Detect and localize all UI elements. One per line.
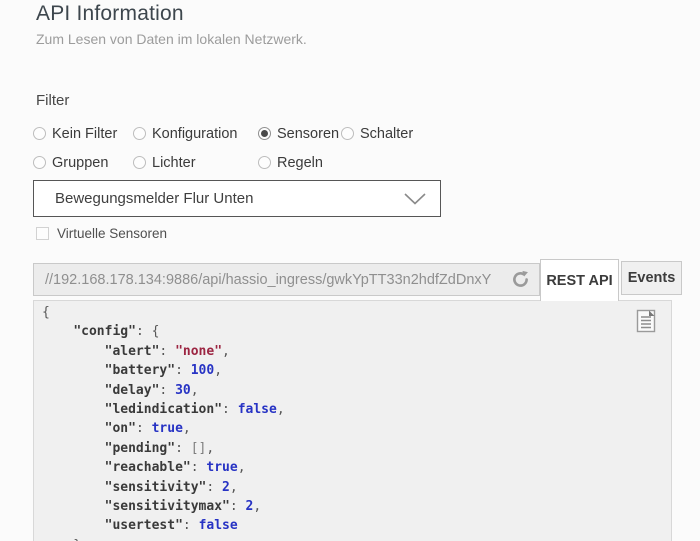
radio-regeln[interactable]: Regeln	[258, 155, 341, 171]
tab-rest-api[interactable]: REST API	[540, 259, 619, 301]
radio-circle-icon	[33, 127, 46, 140]
checkbox-label: Virtuelle Sensoren	[57, 226, 168, 241]
json-response-panel: { "config": { "alert": "none", "battery"…	[33, 300, 672, 541]
radio-label: Schalter	[360, 125, 414, 142]
tab-rest-api-label: REST API	[546, 272, 613, 289]
radio-sensoren[interactable]: Sensoren	[258, 126, 341, 142]
page-subtitle: Zum Lesen von Daten im lokalen Netzwerk.	[36, 31, 307, 47]
sensor-dropdown-value: Bewegungsmelder Flur Unten	[55, 190, 254, 207]
radio-label: Lichter	[152, 154, 196, 171]
api-url-field[interactable]: //192.168.178.134:9886/api/hassio_ingres…	[33, 263, 540, 296]
tab-events-label: Events	[627, 270, 676, 286]
radio-label: Sensoren	[277, 125, 340, 142]
filter-radio-group: Kein Filter Konfiguration Sensoren Schal…	[33, 119, 653, 177]
radio-circle-icon	[258, 127, 271, 140]
radio-label: Regeln	[277, 154, 323, 171]
api-information-page: API Information Zum Lesen von Daten im l…	[0, 0, 700, 541]
chevron-down-icon	[404, 192, 426, 205]
radio-label: Gruppen	[52, 154, 109, 171]
radio-konfiguration[interactable]: Konfiguration	[133, 126, 258, 142]
radio-lichter[interactable]: Lichter	[133, 155, 258, 171]
tab-events[interactable]: Events	[621, 261, 682, 295]
api-url-text: //192.168.178.134:9886/api/hassio_ingres…	[45, 271, 492, 288]
radio-label: Konfiguration	[152, 125, 238, 142]
filter-heading: Filter	[36, 92, 70, 109]
refresh-icon[interactable]	[510, 269, 531, 290]
radio-label: Kein Filter	[52, 125, 118, 142]
radio-kein-filter[interactable]: Kein Filter	[33, 126, 133, 142]
virtual-sensors-checkbox[interactable]: Virtuelle Sensoren	[36, 226, 167, 241]
sensor-dropdown[interactable]: Bewegungsmelder Flur Unten	[33, 180, 441, 217]
checkbox-icon	[36, 227, 49, 240]
json-code: { "config": { "alert": "none", "battery"…	[42, 305, 285, 541]
copy-icon[interactable]	[633, 307, 659, 340]
radio-circle-icon	[133, 156, 146, 169]
radio-circle-icon	[341, 127, 354, 140]
radio-schalter[interactable]: Schalter	[341, 126, 653, 142]
radio-circle-icon	[33, 156, 46, 169]
page-title: API Information	[36, 2, 184, 25]
radio-gruppen[interactable]: Gruppen	[33, 155, 133, 171]
radio-circle-icon	[133, 127, 146, 140]
radio-circle-icon	[258, 156, 271, 169]
